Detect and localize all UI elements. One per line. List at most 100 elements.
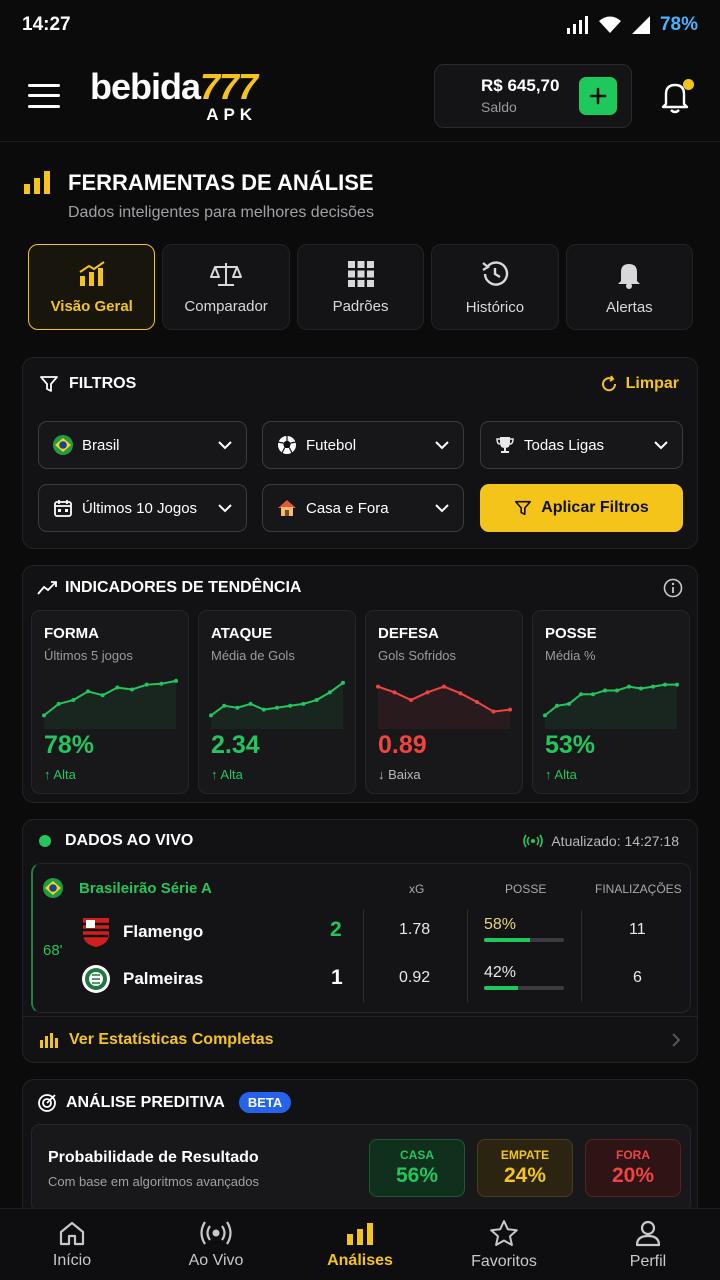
- nav-label: Início: [52, 1251, 92, 1269]
- trend-title: INDICADORES DE TENDÊNCIA: [65, 579, 302, 596]
- metric-card-forma[interactable]: FORMA Últimos 5 jogos 78% ↑ Alta: [31, 610, 189, 794]
- metric-trend: ↑ Alta: [545, 767, 577, 782]
- live-title: DADOS AO VIVO: [65, 832, 194, 849]
- away-posse-fill: [484, 986, 518, 990]
- metric-value: 0.89: [378, 731, 427, 759]
- metric-title: FORMA: [44, 625, 99, 642]
- col-posse: POSSE: [505, 882, 547, 896]
- plus-icon: [589, 87, 607, 104]
- tab-padroes[interactable]: Padrões: [296, 244, 425, 330]
- nav-perfil[interactable]: Perfil: [576, 1209, 720, 1280]
- analysis-tabs: Visão Geral Comparador Padrões Histórico…: [28, 244, 694, 330]
- flamengo-crest-icon: [83, 918, 109, 947]
- bar-chart-icon: [40, 1032, 58, 1048]
- menu-icon[interactable]: [28, 83, 60, 108]
- venue-select[interactable]: Casa e Fora: [262, 484, 464, 532]
- star-icon: [490, 1219, 518, 1246]
- sparkline-point: [130, 687, 134, 692]
- sparkline-point: [327, 690, 332, 695]
- bottom-nav: Início Ao Vivo Análises Favoritos Perfil: [0, 1208, 720, 1280]
- tab-label: Alertas: [605, 298, 653, 316]
- home-finalizacoes: 11: [629, 921, 646, 938]
- sparkline-point: [651, 684, 655, 689]
- predictive-title: ANÁLISE PREDITIVA: [66, 1093, 225, 1111]
- probability-box: Probabilidade de Resultado Com base em a…: [31, 1124, 691, 1212]
- league-select[interactable]: Todas Ligas: [480, 421, 683, 469]
- clear-label: Limpar: [625, 375, 679, 392]
- away-xg: 0.92: [399, 969, 431, 986]
- sport-select[interactable]: Futebol: [262, 421, 464, 469]
- metric-card-ataque[interactable]: ATAQUE Média de Gols 2.34 ↑ Alta: [198, 610, 356, 794]
- home-probability[interactable]: CASA 56%: [369, 1139, 465, 1197]
- nav-analises[interactable]: Análises: [288, 1209, 432, 1280]
- tab-visao-geral[interactable]: Visão Geral: [28, 244, 156, 330]
- home-team: Flamengo: [81, 916, 203, 948]
- nav-favoritos[interactable]: Favoritos: [432, 1209, 576, 1280]
- tab-label: Visão Geral: [50, 297, 133, 315]
- sparkline-point: [579, 692, 583, 697]
- draw-probability[interactable]: EMPATE 24%: [477, 1139, 573, 1197]
- apply-filters-button[interactable]: Aplicar Filtros: [480, 484, 683, 532]
- nav-ao-vivo[interactable]: Ao Vivo: [144, 1209, 288, 1280]
- away-finalizacoes: 6: [633, 969, 642, 986]
- live-match[interactable]: Brasileirão Série A xG POSSE FINALIZAÇÕE…: [31, 863, 691, 1013]
- metric-card-posse[interactable]: POSSE Média % 53% ↑ Alta: [532, 610, 690, 794]
- sparkline-point: [392, 690, 397, 695]
- country-select[interactable]: Brasil: [38, 421, 247, 469]
- sparkline-point: [615, 688, 619, 693]
- history-icon: [482, 260, 509, 286]
- sparkline-point: [442, 684, 446, 689]
- bell-icon: [618, 263, 641, 289]
- live-updated: Atualizado: 14:27:18: [551, 833, 679, 849]
- sparkline-point: [591, 692, 595, 697]
- sparkline-chart: [209, 680, 345, 729]
- sparkline-point: [301, 701, 306, 706]
- signal-icon: [566, 16, 588, 34]
- house-icon: [278, 500, 296, 516]
- sparkline-point: [639, 686, 643, 691]
- balance-amount: R$ 645,70: [481, 76, 560, 95]
- country-value: Brasil: [82, 436, 120, 454]
- away-probability[interactable]: FORA 20%: [585, 1139, 681, 1197]
- sparkline-point: [567, 701, 571, 706]
- metric-trend: ↓ Baixa: [378, 767, 421, 782]
- wifi-icon: [598, 16, 621, 33]
- home-posse: 58%: [484, 916, 517, 933]
- away-posse-bar: [484, 986, 564, 990]
- user-icon: [635, 1220, 661, 1246]
- notifications-button[interactable]: [658, 78, 694, 114]
- nav-inicio[interactable]: Início: [0, 1209, 144, 1280]
- tab-alertas[interactable]: Alertas: [565, 244, 694, 330]
- trend-panel: INDICADORES DE TENDÊNCIA FORMA Últimos 5…: [22, 565, 698, 803]
- sparkline-point: [100, 693, 105, 698]
- deposit-button[interactable]: [579, 76, 617, 115]
- metric-subtitle: Média de Gols: [211, 648, 295, 663]
- sparkline-point: [555, 703, 559, 708]
- draw-prob-label: EMPATE: [500, 1148, 550, 1162]
- home-posse-bar: [484, 938, 564, 942]
- sparkline-point: [235, 705, 240, 710]
- balance-widget[interactable]: R$ 645,70 Saldo: [434, 63, 632, 128]
- sparkline-point: [248, 701, 253, 706]
- info-icon[interactable]: [663, 578, 683, 598]
- sparkline-point: [174, 678, 178, 683]
- app-header: bebida777 APK R$ 645,70 Saldo: [0, 50, 720, 142]
- home-prob-value: 56%: [395, 1164, 439, 1187]
- away-prob-value: 20%: [611, 1164, 655, 1187]
- logo-sub: APK: [206, 104, 258, 124]
- full-stats-link[interactable]: Ver Estatísticas Completas: [23, 1016, 697, 1062]
- clear-filters-button[interactable]: Limpar: [600, 375, 679, 393]
- sparkline-point: [115, 685, 120, 690]
- period-select[interactable]: Últimos 10 Jogos: [38, 484, 247, 532]
- nav-label: Ao Vivo: [188, 1251, 244, 1269]
- app-logo[interactable]: bebida777 APK: [90, 68, 258, 124]
- page-subtitle: Dados inteligentes para melhores decisõe…: [68, 204, 374, 221]
- tab-comparador[interactable]: Comparador: [162, 244, 290, 330]
- period-value: Últimos 10 Jogos: [82, 499, 198, 517]
- tab-historico[interactable]: Histórico: [431, 244, 559, 330]
- live-dot-icon: [39, 835, 51, 847]
- metric-card-defesa[interactable]: DEFESA Gols Sofridos 0.89 ↓ Baixa: [365, 610, 523, 794]
- sparkline-point: [409, 698, 413, 703]
- nav-label: Perfil: [629, 1252, 667, 1270]
- sparkline-point: [341, 680, 345, 685]
